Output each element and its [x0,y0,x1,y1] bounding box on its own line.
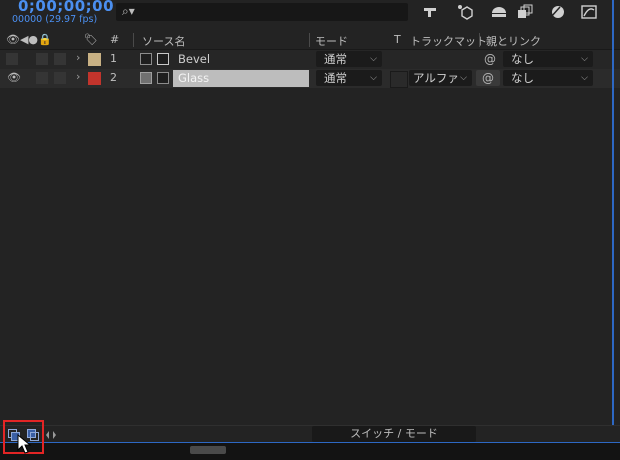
shy-layers-icon[interactable] [490,4,508,20]
scrollbar-thumb[interactable] [190,446,226,454]
layer-number: 1 [110,52,117,65]
layer-number-header[interactable]: # [110,33,119,46]
layer-name[interactable]: Glass [178,71,209,85]
layer-number: 2 [110,71,117,84]
track-matte-header[interactable]: トラックマット [410,33,487,49]
label-column-icon[interactable]: 🏷 [84,33,98,46]
mode-header[interactable]: モード [315,33,348,49]
layer-row[interactable]: › 1 Bevel 通常 ⌵ @ なし ⌵ [0,50,620,69]
precomp-icon [140,53,152,65]
parent-value: なし [511,52,534,66]
source-name-header[interactable]: ソース名 [142,33,185,49]
chevron-down-icon: ⌵ [370,54,377,64]
in-out-toggle-icon[interactable] [45,429,57,441]
parent-dropdown[interactable]: なし ⌵ [503,51,593,67]
chevron-right-icon[interactable]: › [76,70,80,83]
layer-type-icon [157,53,169,65]
parent-value: なし [511,71,534,85]
parent-link-header[interactable]: 親とリンク [486,33,541,49]
layer-search-input[interactable]: ⌕▾ [116,3,408,21]
track-matte-dropdown[interactable]: アルファ ⌵ [409,70,472,86]
layer-row[interactable]: 👁 › 2 Glass 通常 ⌵ アルファ ⌵ @ なし ⌵ [0,69,620,88]
graph-editor-icon[interactable] [580,4,598,20]
parent-pickwhip-icon[interactable]: @ [478,51,502,67]
lock-switch[interactable] [54,72,66,84]
layer-type-icon [157,72,169,84]
current-time-display[interactable]: 0;00;00;00 [18,0,114,15]
preserve-transparency-toggle[interactable] [390,71,408,88]
solo-switch[interactable] [36,53,48,65]
motion-blur-icon[interactable] [548,4,566,20]
preserve-transparency-header[interactable]: T [394,33,401,46]
eye-icon[interactable]: 👁 [7,71,21,84]
parent-dropdown[interactable]: なし ⌵ [503,70,593,86]
chevron-down-icon: ⌵ [460,73,467,83]
layer-source-icon [140,72,152,84]
label-color-swatch[interactable] [88,53,101,66]
lock-switch[interactable] [54,53,66,65]
solo-switch[interactable] [36,72,48,84]
frame-rate-display: 00000 (29.97 fps) [12,14,98,25]
track-matte-value: アルファ [413,71,459,85]
horizontal-scrollbar[interactable] [0,443,620,460]
av-features-header-icons[interactable]: 👁◀●🔒 [6,33,52,46]
parent-pickwhip-icon[interactable]: @ [476,70,500,86]
label-color-swatch[interactable] [88,72,101,85]
blend-mode-value: 通常 [324,71,347,85]
video-switch[interactable] [6,53,18,65]
comp-mini-flowchart-icon[interactable] [422,4,440,20]
mouse-cursor-icon [17,433,32,454]
chevron-down-icon: ⌵ [370,73,377,83]
column-divider[interactable] [309,33,310,47]
column-divider[interactable] [133,33,134,47]
search-icon: ⌕▾ [122,4,135,18]
chevron-down-icon: ⌵ [581,73,588,83]
blend-mode-dropdown[interactable]: 通常 ⌵ [316,51,382,67]
panel-focus-border [612,0,614,442]
blend-mode-value: 通常 [324,52,347,66]
draft-3d-icon[interactable] [456,4,474,20]
column-divider[interactable] [479,33,480,47]
layer-column-header: 👁◀●🔒 🏷 # ソース名 モード T トラックマット 親とリンク [0,31,620,50]
frame-blending-icon[interactable] [516,4,534,20]
blend-mode-dropdown[interactable]: 通常 ⌵ [316,70,382,86]
toggle-switches-modes-button[interactable]: スイッチ / モード [312,426,476,442]
layer-name[interactable]: Bevel [178,52,210,66]
chevron-right-icon[interactable]: › [76,51,80,64]
chevron-down-icon: ⌵ [581,54,588,64]
